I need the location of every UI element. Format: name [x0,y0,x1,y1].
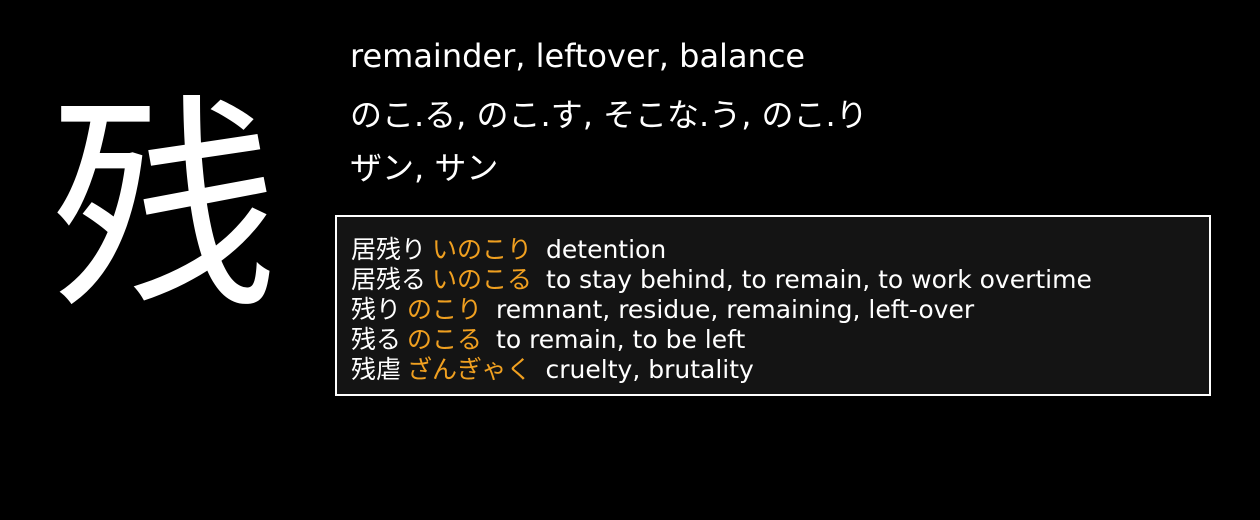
vocab-meaning: to remain, to be left [496,325,746,354]
vocab-word: 残虐 [351,355,402,384]
vocab-row: 居残り いのこり detention [351,235,1199,265]
vocab-row: 居残る いのこる to stay behind, to remain, to wor… [351,265,1199,295]
vocabulary-box: 居残り いのこり detention 居残る いのこる to stay behind, … [335,215,1211,396]
kanji-meaning: remainder, leftover, balance [350,37,806,75]
vocab-reading: いのこり [432,235,533,264]
vocab-word: 残る [351,325,402,354]
vocab-row: 残虐 ざんぎゃく cruelty, brutality [351,355,1199,385]
on-readings: ザン, サン [350,149,499,187]
vocab-word: 居残る [351,265,427,294]
kanji-character: 残 [50,75,278,341]
vocab-word: 居残り [351,235,427,264]
vocab-meaning: detention [546,235,667,264]
vocab-meaning: cruelty, brutality [545,355,754,384]
kun-readings: のこ.る, のこ.す, そこな.う, のこ.り [350,96,868,134]
vocab-reading: ざんぎゃく [407,355,532,384]
vocab-reading: のこり [407,295,483,324]
vocab-reading: いのこる [432,265,533,294]
vocab-meaning: to stay behind, to remain, to work overt… [546,265,1092,294]
vocab-reading: のこる [407,325,483,354]
kanji-info: remainder, leftover, balance のこ.る, のこ.す,… [350,36,1230,190]
vocab-row: 残り のこり remnant, residue, remaining, left-o… [351,295,1199,325]
vocab-row: 残る のこる to remain, to be left [351,325,1199,355]
vocab-meaning: remnant, residue, remaining, left-over [496,295,975,324]
vocabulary-list: 居残り いのこり detention 居残る いのこる to stay behind, … [351,235,1199,385]
vocab-word: 残り [351,295,402,324]
